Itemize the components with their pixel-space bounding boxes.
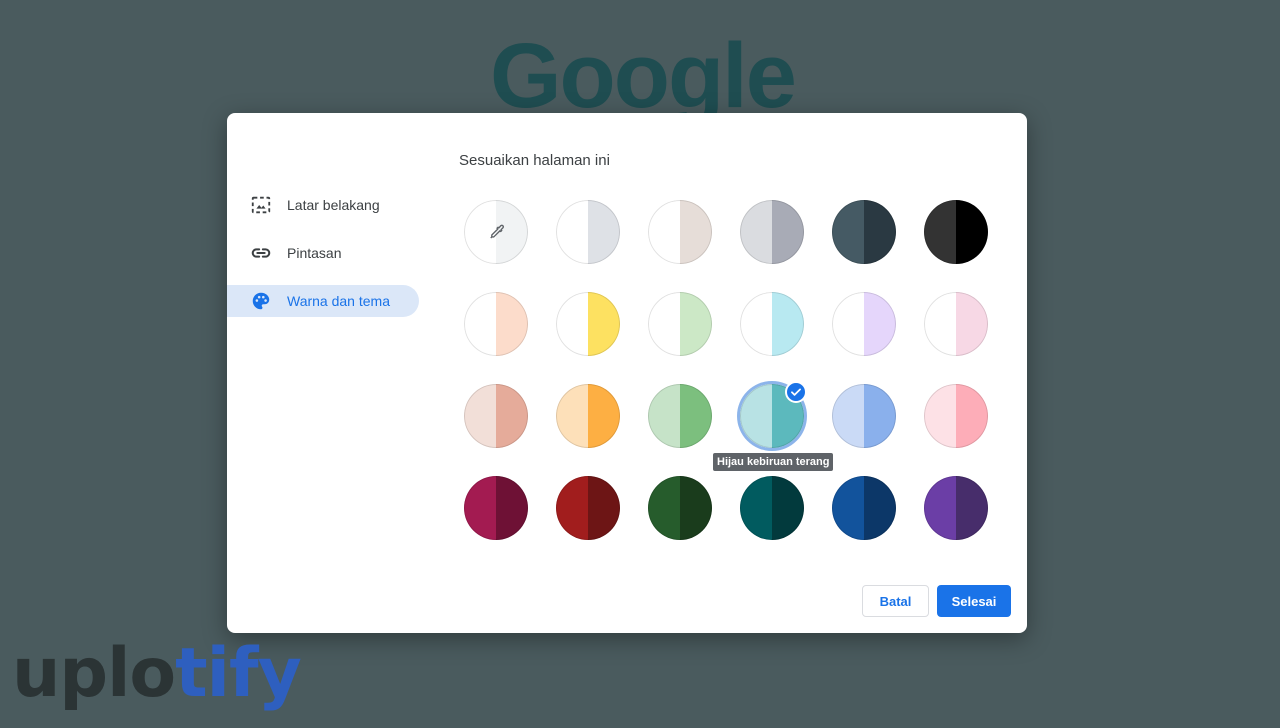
color-swatch[interactable] xyxy=(924,292,988,356)
color-swatch[interactable] xyxy=(924,476,988,540)
swatch-border xyxy=(556,384,620,448)
swatch-border xyxy=(924,292,988,356)
swatch-border xyxy=(464,476,528,540)
link-icon xyxy=(249,241,273,265)
color-swatch[interactable] xyxy=(832,200,896,264)
color-swatch[interactable] xyxy=(924,200,988,264)
google-logo: Google xyxy=(490,25,797,127)
swatch-border xyxy=(556,200,620,264)
color-swatch[interactable] xyxy=(464,292,528,356)
sidebar-item-color-theme[interactable]: Warna dan tema xyxy=(227,285,419,317)
color-swatch[interactable] xyxy=(648,200,712,264)
eyedropper-icon xyxy=(490,224,504,239)
sidebar-item-label: Latar belakang xyxy=(287,197,380,213)
swatch-border xyxy=(556,292,620,356)
swatch-border xyxy=(832,384,896,448)
sidebar-item-shortcuts[interactable]: Pintasan xyxy=(227,237,419,269)
sidebar-item-background[interactable]: Latar belakang xyxy=(227,189,419,221)
swatch-border xyxy=(648,384,712,448)
done-button[interactable]: Selesai xyxy=(937,585,1011,617)
swatch-border xyxy=(740,292,804,356)
swatch-border xyxy=(464,384,528,448)
watermark-part-2: tify xyxy=(175,634,302,713)
swatch-border xyxy=(648,476,712,540)
color-swatch[interactable] xyxy=(556,292,620,356)
color-swatch[interactable] xyxy=(924,384,988,448)
swatch-border xyxy=(832,476,896,540)
dialog-title: Sesuaikan halaman ini xyxy=(459,152,610,169)
color-swatch[interactable] xyxy=(740,200,804,264)
color-swatch[interactable] xyxy=(648,384,712,448)
image-icon xyxy=(249,193,273,217)
cancel-button[interactable]: Batal xyxy=(862,585,929,617)
color-swatch[interactable] xyxy=(740,292,804,356)
sidebar-item-label: Pintasan xyxy=(287,245,342,261)
swatch-border xyxy=(648,292,712,356)
color-swatch[interactable] xyxy=(648,292,712,356)
sidebar-item-label: Warna dan tema xyxy=(287,293,390,309)
sidebar: Latar belakang Pintasan Warna dan tema xyxy=(227,189,427,333)
swatch-border xyxy=(556,476,620,540)
swatch-border xyxy=(924,384,988,448)
watermark-logo: uplotify xyxy=(12,640,302,708)
customize-dialog: Latar belakang Pintasan Warna dan tema S… xyxy=(227,113,1027,633)
color-swatch[interactable] xyxy=(556,476,620,540)
swatch-border xyxy=(740,200,804,264)
swatch-border xyxy=(464,292,528,356)
custom-color-picker-swatch[interactable] xyxy=(464,200,528,264)
color-swatch[interactable] xyxy=(464,476,528,540)
color-swatch[interactable] xyxy=(648,476,712,540)
swatch-tooltip: Hijau kebiruan terang xyxy=(713,453,834,471)
swatch-border xyxy=(832,200,896,264)
swatch-border xyxy=(924,476,988,540)
color-swatch[interactable] xyxy=(556,200,620,264)
palette-icon xyxy=(249,289,273,313)
watermark-part-1: uplo xyxy=(12,634,176,713)
color-swatch[interactable] xyxy=(556,384,620,448)
swatch-border xyxy=(648,200,712,264)
color-swatch[interactable] xyxy=(832,384,896,448)
selected-check-icon xyxy=(785,381,807,403)
color-swatch[interactable] xyxy=(832,292,896,356)
color-swatch[interactable] xyxy=(740,476,804,540)
color-swatch[interactable] xyxy=(832,476,896,540)
swatch-border xyxy=(740,476,804,540)
swatch-border xyxy=(832,292,896,356)
swatch-border xyxy=(924,200,988,264)
color-swatch[interactable] xyxy=(464,384,528,448)
